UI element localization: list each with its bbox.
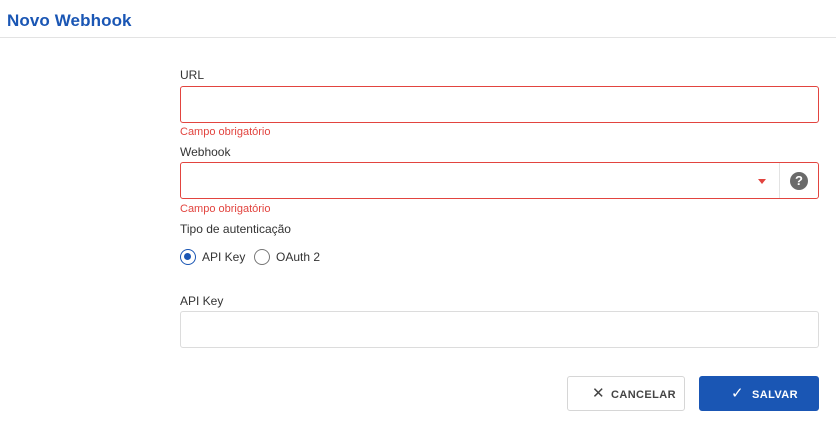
page-title: Novo Webhook: [7, 11, 132, 30]
url-input[interactable]: [180, 86, 819, 123]
api-key-label: API Key: [180, 294, 224, 308]
radio-oauth2[interactable]: [254, 249, 270, 265]
webhook-error: Campo obrigatório: [180, 203, 271, 215]
select-divider: [779, 163, 780, 198]
save-button[interactable]: ✓ SALVAR: [699, 376, 819, 411]
check-icon: ✓: [731, 385, 744, 402]
url-label: URL: [180, 68, 205, 82]
close-icon: ✕: [592, 385, 605, 402]
webhook-select[interactable]: ?: [180, 162, 819, 199]
cancel-button-label: CANCELAR: [611, 389, 676, 401]
cancel-button[interactable]: ✕ CANCELAR: [567, 376, 685, 411]
webhook-label: Webhook: [180, 145, 231, 159]
auth-type-label: Tipo de autenticação: [180, 222, 291, 236]
radio-api-key-label[interactable]: API Key: [202, 250, 245, 264]
header-bar: Novo Webhook: [0, 0, 836, 38]
url-error: Campo obrigatório: [180, 126, 271, 138]
radio-api-key[interactable]: [180, 249, 196, 265]
chevron-down-icon[interactable]: [758, 179, 766, 184]
radio-oauth2-label[interactable]: OAuth 2: [276, 250, 320, 264]
save-button-label: SALVAR: [752, 389, 798, 401]
api-key-input[interactable]: [180, 311, 819, 348]
help-icon[interactable]: ?: [790, 172, 808, 190]
